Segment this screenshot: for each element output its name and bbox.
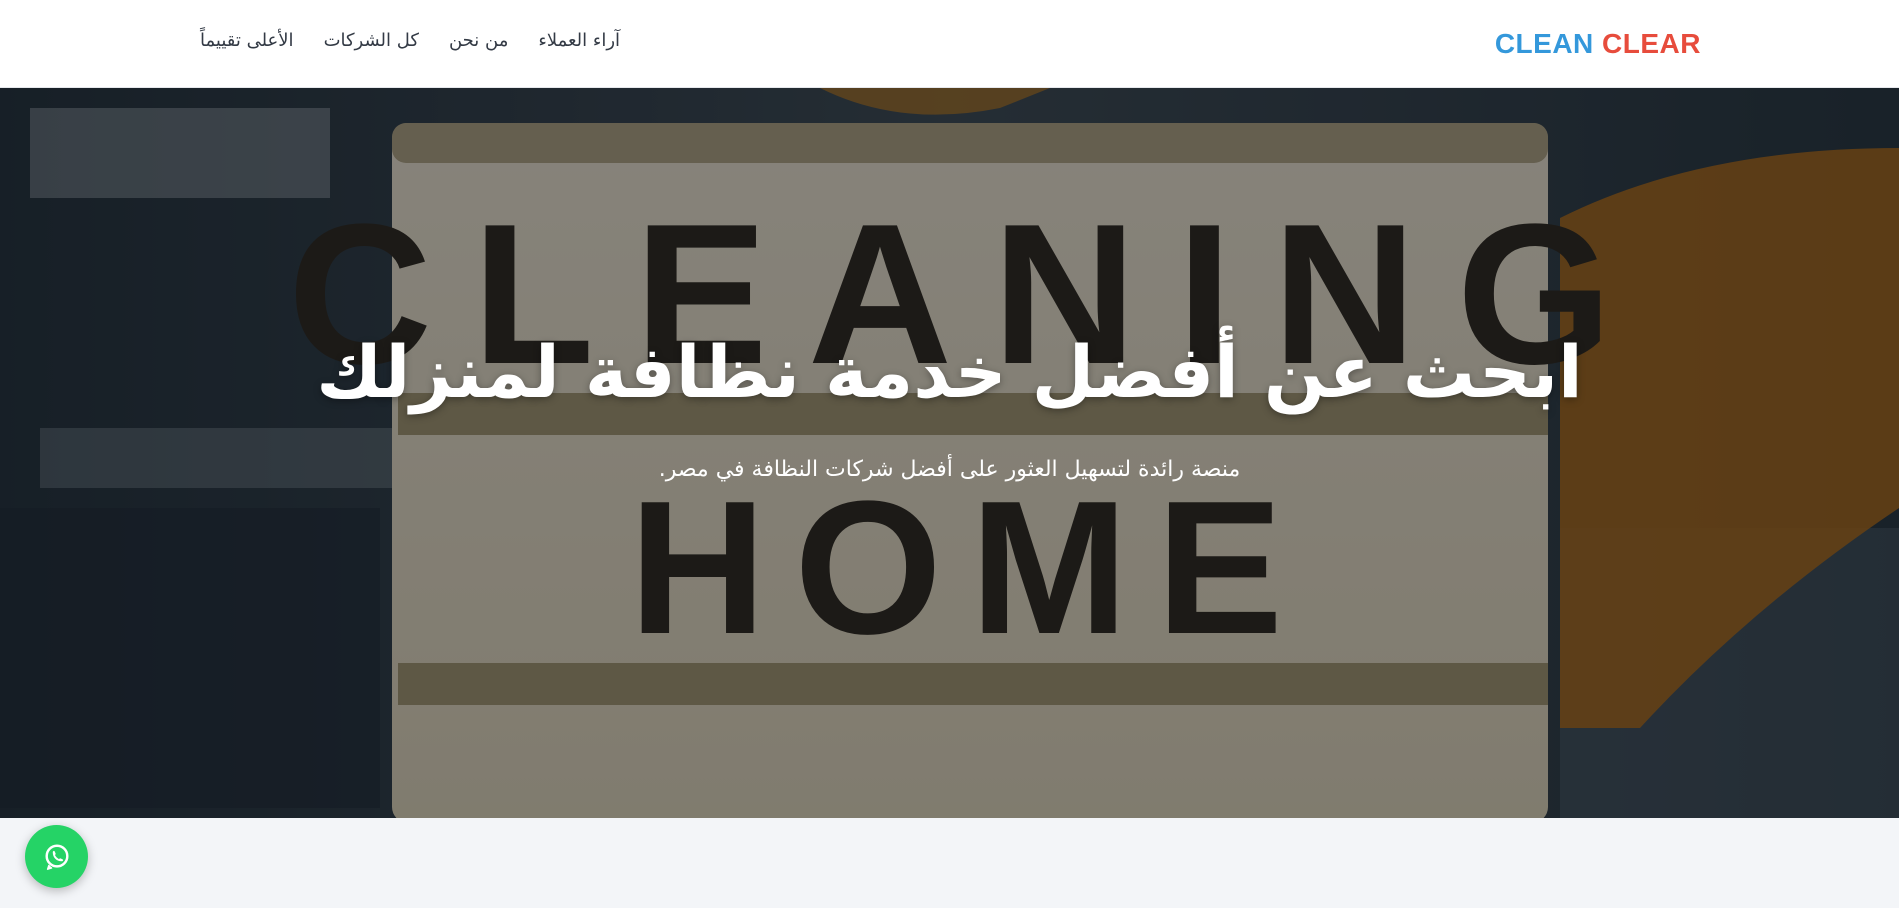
nav-item-about[interactable]: من نحن: [449, 30, 508, 58]
brand-word-clear: CLEAR: [1602, 28, 1701, 59]
brand-word-clean: CLEAN: [1494, 28, 1594, 59]
nav-item-top-rated[interactable]: الأعلى تقييماً: [200, 30, 294, 58]
hero-overlay: [0, 88, 1899, 818]
hero-subtitle: منصة رائدة لتسهيل العثور على أفضل شركات …: [658, 457, 1241, 482]
brand-logo[interactable]: CLEAN CLEAR: [1495, 28, 1701, 60]
hero-section: CLEANING HOME: [0, 88, 1899, 818]
site-header: CLEAN CLEAR الأعلى تقييماً كل الشركات من…: [0, 0, 1899, 88]
nav-item-all-companies[interactable]: كل الشركات: [324, 30, 419, 58]
nav-item-testimonials[interactable]: آراء العملاء: [538, 30, 620, 58]
whatsapp-icon: [44, 844, 69, 870]
hero-title: ابحث عن أفضل خدمة نظافة لمنزلك: [316, 330, 1583, 414]
whatsapp-button[interactable]: [25, 825, 88, 888]
main-nav: الأعلى تقييماً كل الشركات من نحن آراء ال…: [200, 30, 620, 58]
